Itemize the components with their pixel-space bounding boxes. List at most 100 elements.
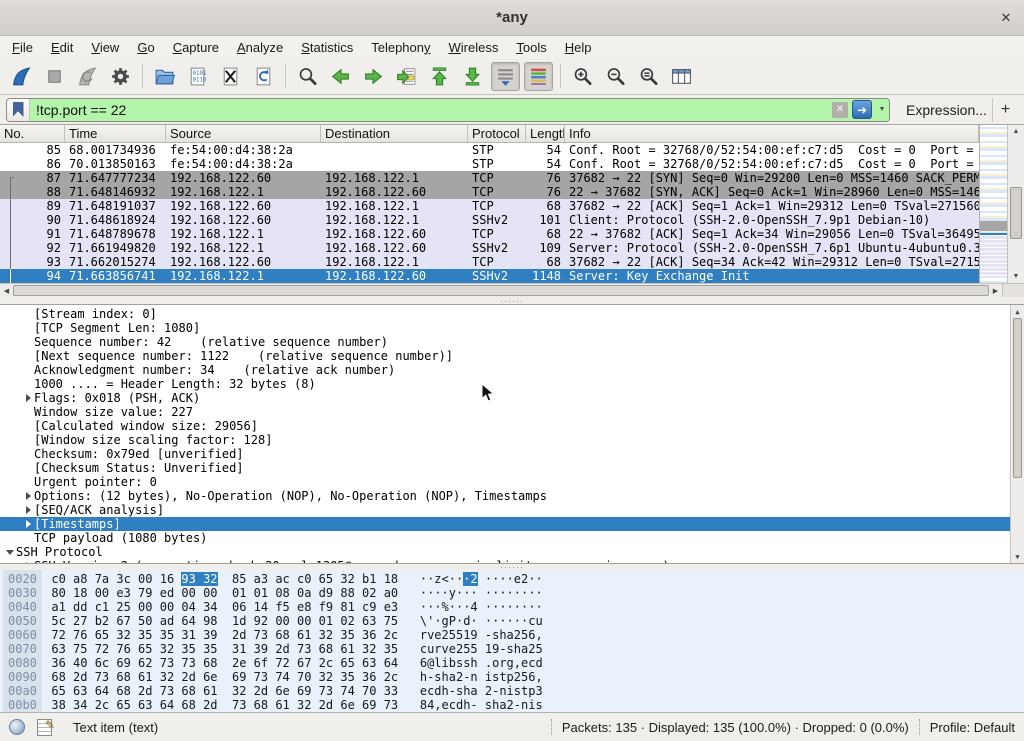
column-header-source[interactable]: Source — [166, 125, 321, 142]
packet-row-88[interactable]: 8871.648146932192.168.122.1192.168.122.6… — [0, 185, 979, 199]
expander-right-icon[interactable] — [22, 520, 34, 528]
detail-line-12[interactable]: Urgent pointer: 0 — [0, 475, 1024, 489]
expression-button[interactable]: Expression... — [906, 102, 987, 118]
menu-view[interactable]: View — [82, 38, 128, 57]
expander-right-icon[interactable] — [22, 394, 34, 402]
file-reload-button[interactable] — [249, 62, 278, 91]
scroll-right-icon[interactable]: ▶ — [989, 284, 1002, 297]
detail-line-13[interactable]: Options: (12 bytes), No-Operation (NOP),… — [0, 489, 1024, 503]
resize-columns-button[interactable] — [667, 62, 696, 91]
detail-line-0[interactable]: [Stream index: 0] — [0, 307, 1024, 321]
detail-line-10[interactable]: Checksum: 0x79ed [unverified] — [0, 447, 1024, 461]
detail-line-1[interactable]: [TCP Segment Len: 1080] — [0, 321, 1024, 335]
detail-line-4[interactable]: Acknowledgment number: 34 (relative ack … — [0, 363, 1024, 377]
packet-row-89[interactable]: 8971.648191037192.168.122.60192.168.122.… — [0, 199, 979, 213]
intelligent-scrollbar-minimap[interactable] — [979, 125, 1007, 283]
detail-line-7[interactable]: Window size value: 227 — [0, 405, 1024, 419]
menu-help[interactable]: Help — [556, 38, 601, 57]
apply-filter-icon[interactable]: ➜ — [852, 100, 872, 119]
add-filter-button[interactable]: + — [992, 98, 1018, 122]
capture-start-button[interactable] — [7, 62, 36, 91]
close-icon[interactable]: ✕ — [997, 9, 1015, 27]
detail-line-2[interactable]: Sequence number: 42 (relative sequence n… — [0, 335, 1024, 349]
expander-right-icon[interactable] — [22, 562, 34, 564]
menu-wireless[interactable]: Wireless — [440, 38, 508, 57]
zoom-original-button[interactable] — [634, 62, 663, 91]
file-save-button[interactable]: 01010110 — [183, 62, 212, 91]
expander-right-icon[interactable] — [22, 506, 34, 514]
hex-row-0090[interactable]: 0090 68 2d 73 68 61 32 2d 6e 69 73 74 70… — [0, 670, 1024, 684]
details-scroll-down-icon[interactable]: ▼ — [1011, 550, 1024, 563]
details-vscroll-thumb[interactable] — [1013, 318, 1022, 478]
packet-row-91[interactable]: 9171.648789678192.168.122.1192.168.122.6… — [0, 227, 979, 241]
scroll-down-icon[interactable]: ▼ — [1008, 270, 1024, 283]
column-header-time[interactable]: Time — [65, 125, 166, 142]
column-header-length[interactable]: Length — [526, 125, 565, 142]
hex-row-0050[interactable]: 0050 5c 27 b2 67 50 ad 64 98 1d 92 00 00… — [0, 614, 1024, 628]
file-open-button[interactable] — [150, 62, 179, 91]
go-to-packet-button[interactable] — [392, 62, 421, 91]
menu-go[interactable]: Go — [128, 38, 163, 57]
zoom-out-button[interactable] — [601, 62, 630, 91]
hex-row-0080[interactable]: 0080 36 40 6c 69 62 73 73 68 2e 6f 72 67… — [0, 656, 1024, 670]
detail-line-6[interactable]: Flags: 0x018 (PSH, ACK) — [0, 391, 1024, 405]
capture-comment-icon[interactable]: ✎ — [37, 719, 52, 736]
expander-down-icon[interactable] — [4, 550, 16, 555]
status-profile[interactable]: Profile: Default — [930, 720, 1015, 735]
clear-filter-icon[interactable]: ✕ — [832, 102, 848, 118]
pane-splitter-top[interactable]: ······ — [0, 297, 1024, 304]
packet-row-92[interactable]: 9271.661949820192.168.122.1192.168.122.6… — [0, 241, 979, 255]
title-bar[interactable]: *any ✕ — [0, 0, 1024, 36]
hex-row-00a0[interactable]: 00a0 65 63 64 68 2d 73 68 61 32 2d 6e 69… — [0, 684, 1024, 698]
hscroll-thumb[interactable] — [13, 285, 989, 296]
hex-row-0040[interactable]: 0040 a1 dd c1 25 00 00 04 34 06 14 f5 e8… — [0, 600, 1024, 614]
detail-line-5[interactable]: 1000 .... = Header Length: 32 bytes (8) — [0, 377, 1024, 391]
colorize-button[interactable] — [524, 62, 553, 91]
column-header-info[interactable]: Info — [565, 125, 979, 142]
packet-list-vscrollbar[interactable]: ▲ ▼ — [1007, 125, 1024, 283]
detail-line-8[interactable]: [Calculated window size: 29056] — [0, 419, 1024, 433]
go-last-button[interactable] — [458, 62, 487, 91]
hex-row-0020[interactable]: 0020 c0 a8 7a 3c 00 16 93 32 85 a3 ac c0… — [0, 572, 1024, 586]
display-filter-input[interactable] — [30, 102, 832, 118]
column-header-destination[interactable]: Destination — [321, 125, 468, 142]
scroll-left-icon[interactable]: ◀ — [0, 284, 13, 297]
bookmark-button[interactable] — [7, 99, 30, 121]
packet-row-86[interactable]: 8670.013850163fe:54:00:d4:38:2aSTP54Conf… — [0, 157, 979, 171]
detail-line-16[interactable]: TCP payload (1080 bytes) — [0, 531, 1024, 545]
auto-scroll-button[interactable] — [491, 62, 520, 91]
details-scroll-up-icon[interactable]: ▲ — [1011, 305, 1024, 318]
menu-statistics[interactable]: Statistics — [292, 38, 362, 57]
hex-row-0030[interactable]: 0030 80 18 00 e3 79 ed 00 00 01 01 08 0a… — [0, 586, 1024, 600]
column-header-no[interactable]: No. — [0, 125, 65, 142]
menu-file[interactable]: File — [3, 38, 42, 57]
detail-line-3[interactable]: [Next sequence number: 1122 (relative se… — [0, 349, 1024, 363]
hex-row-00b0[interactable]: 00b0 38 34 2c 65 63 64 68 2d 73 68 61 32… — [0, 698, 1024, 712]
capture-restart-button[interactable] — [73, 62, 102, 91]
capture-options-button[interactable] — [106, 62, 135, 91]
expander-right-icon[interactable] — [22, 492, 34, 500]
packet-row-94[interactable]: 9471.663856741192.168.122.1192.168.122.6… — [0, 269, 979, 283]
detail-line-18[interactable]: SSH Version 2 (encryption:chacha20-poly1… — [0, 559, 1024, 564]
capture-stop-button[interactable] — [40, 62, 69, 91]
filter-dropdown-icon[interactable]: ▼ — [875, 98, 889, 122]
detail-line-14[interactable]: [SEQ/ACK analysis] — [0, 503, 1024, 517]
details-vscrollbar[interactable]: ▲ ▼ — [1010, 305, 1024, 563]
file-close-button[interactable] — [216, 62, 245, 91]
go-back-button[interactable] — [326, 62, 355, 91]
vscroll-thumb[interactable] — [1010, 187, 1022, 239]
detail-line-11[interactable]: [Checksum Status: Unverified] — [0, 461, 1024, 475]
column-header-protocol[interactable]: Protocol — [468, 125, 526, 142]
packet-row-90[interactable]: 9071.648618924192.168.122.60192.168.122.… — [0, 213, 979, 227]
detail-line-15[interactable]: [Timestamps] — [0, 517, 1024, 531]
menu-telephony[interactable]: Telephony — [362, 38, 439, 57]
detail-line-9[interactable]: [Window size scaling factor: 128] — [0, 433, 1024, 447]
packet-row-93[interactable]: 9371.662015274192.168.122.60192.168.122.… — [0, 255, 979, 269]
expert-info-icon[interactable] — [9, 719, 25, 735]
menu-analyze[interactable]: Analyze — [228, 38, 292, 57]
menu-tools[interactable]: Tools — [507, 38, 555, 57]
detail-line-17[interactable]: SSH Protocol — [0, 545, 1024, 559]
hex-row-0060[interactable]: 0060 72 76 65 32 35 35 31 39 2d 73 68 61… — [0, 628, 1024, 642]
menu-edit[interactable]: Edit — [42, 38, 82, 57]
scroll-up-icon[interactable]: ▲ — [1008, 125, 1024, 138]
